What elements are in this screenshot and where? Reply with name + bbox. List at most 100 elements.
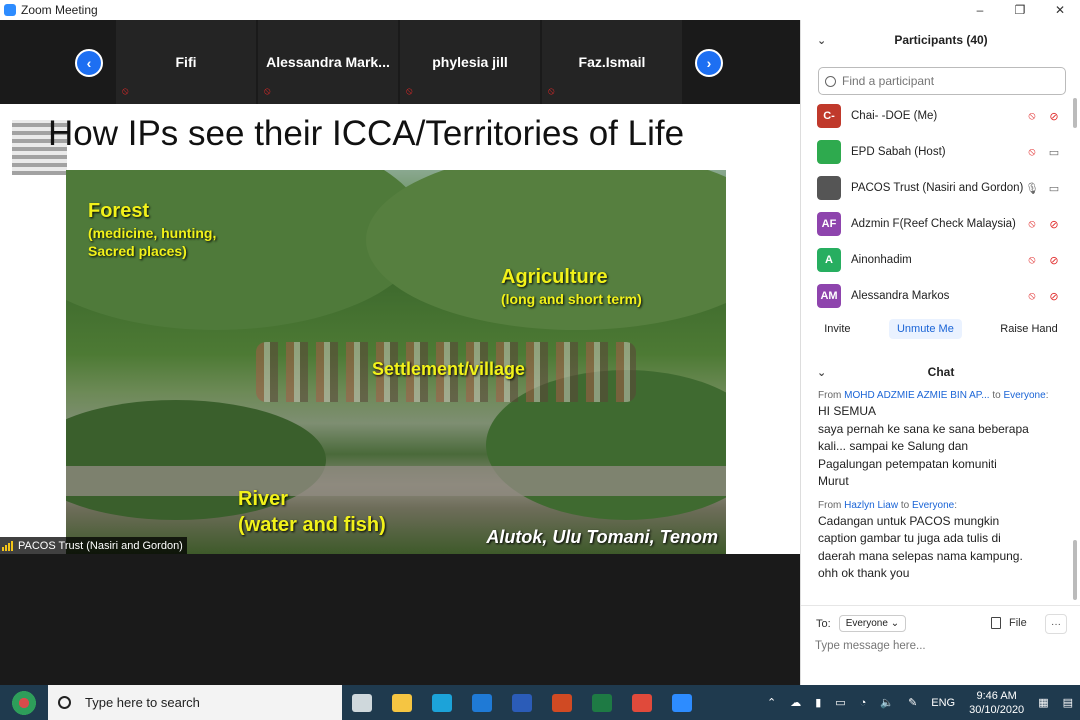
- chat-message-input[interactable]: Type message here...: [815, 640, 926, 652]
- participant-row[interactable]: C- Chai- -DOE (Me) ⦸ ⊘: [801, 98, 1071, 134]
- unmute-me-button[interactable]: Unmute Me: [888, 319, 962, 339]
- speaker-name: PACOS Trust (Nasiri and Gordon): [18, 539, 183, 552]
- side-panel: ⌄ Participants (40) C-Chai- -DOE (Me)⦸⊘E…: [800, 20, 1080, 685]
- message-header: From MOHD ADZMIE AZMIE BIN AP... to Ever…: [818, 390, 1061, 401]
- recipient-dropdown[interactable]: Everyone ⌄: [838, 615, 907, 632]
- restore-button[interactable]: ❐: [1000, 0, 1040, 20]
- river-sub: (water and fish): [238, 514, 386, 536]
- participants-header[interactable]: ⌄ Participants (40): [801, 28, 1080, 52]
- from-prefix: From: [818, 499, 842, 511]
- close-button[interactable]: ✕: [1040, 0, 1080, 20]
- participant-row[interactable]: EPD Sabah (Host) ⦸ ▭: [801, 134, 1071, 170]
- more-options-button[interactable]: ···: [1045, 614, 1067, 634]
- message-text: ohh ok thank you: [818, 566, 910, 580]
- video-tile[interactable]: Fifi ⦸: [116, 20, 256, 104]
- mail-taskbar-button[interactable]: [462, 685, 502, 720]
- chevron-down-icon[interactable]: ⌄: [817, 34, 826, 47]
- system-tray: ⌃ ☁ ▮ ▭ ◔ 🔈 ✎ ENG 9:46 AM 30/10/2020 ▦ ▤: [760, 685, 1080, 720]
- tile-name: Alessandra Mark...: [266, 54, 390, 70]
- chat-title: Chat: [927, 365, 955, 379]
- taskbar-apps: [342, 685, 702, 720]
- video-tile[interactable]: Faz.Ismail ⦸: [542, 20, 682, 104]
- taskbar-search-placeholder: Type here to search: [85, 695, 200, 710]
- participant-name: EPD Sabah (Host): [851, 146, 946, 158]
- video-tile[interactable]: phylesia jill ⦸: [400, 20, 540, 104]
- task-view-icon: [352, 693, 372, 712]
- participant-status: ⦸ ⊘: [1025, 217, 1061, 231]
- active-speaker-tag: PACOS Trust (Nasiri and Gordon): [0, 537, 187, 554]
- mic-muted-icon: ⦸: [1028, 289, 1036, 302]
- message-text: Cadangan untuk PACOS mungkin: [818, 513, 1000, 528]
- raise-hand-button[interactable]: Raise Hand: [992, 319, 1066, 339]
- agriculture-sub: (long and short term): [501, 291, 642, 307]
- gallery-next-button[interactable]: ›: [695, 49, 723, 77]
- avatar: [817, 140, 841, 164]
- participant-search[interactable]: [818, 67, 1066, 95]
- participant-row[interactable]: AF Adzmin F(Reef Check Malaysia) ⦸ ⊘: [801, 206, 1071, 242]
- chrome-taskbar-button[interactable]: [622, 685, 662, 720]
- meet-now-icon[interactable]: ▦: [1038, 696, 1048, 709]
- chevron-down-icon: ⌄: [890, 618, 900, 629]
- message-text: Pagalungan petempatan komuniti: [818, 456, 997, 471]
- message-text: kali... sampai ke Salung dan: [818, 439, 969, 453]
- camera-off-icon: ⊘: [1049, 290, 1059, 303]
- taskbar-search[interactable]: Type here to search: [48, 685, 342, 720]
- participants-title: Participants (40): [894, 33, 988, 47]
- shared-screen: How IPs see their ICCA/Territories of Li…: [0, 104, 800, 554]
- battery-icon[interactable]: ▭: [835, 696, 845, 709]
- chevron-down-icon[interactable]: ⌄: [817, 366, 826, 379]
- invite-button[interactable]: Invite: [816, 319, 859, 339]
- mic-muted-icon: ⦸: [406, 86, 413, 97]
- slide-title: How IPs see their ICCA/Territories of Li…: [48, 114, 685, 153]
- gallery-prev-button[interactable]: ‹: [75, 49, 103, 77]
- chevron-right-icon: ›: [706, 55, 712, 71]
- usb-icon[interactable]: ▮: [815, 696, 821, 709]
- chat-scrollbar[interactable]: [1073, 540, 1077, 600]
- window-title: Zoom Meeting: [21, 3, 98, 17]
- avatar: A: [817, 248, 841, 272]
- recipient-value: Everyone: [845, 618, 888, 629]
- participant-row[interactable]: PACOS Trust (Nasiri and Gordon) 🎙 ▭: [801, 170, 1071, 206]
- onedrive-icon[interactable]: ☁: [790, 696, 801, 709]
- start-button[interactable]: [0, 685, 48, 720]
- chat-header[interactable]: ⌄ Chat: [801, 360, 1080, 384]
- message-text: HI SEMUA: [818, 404, 877, 418]
- participant-scrollbar[interactable]: [1073, 98, 1077, 128]
- clock[interactable]: 9:46 AM 30/10/2020: [969, 689, 1024, 717]
- participant-search-input[interactable]: [842, 74, 1042, 88]
- volume-icon[interactable]: 🔈: [880, 696, 894, 709]
- video-tile[interactable]: Alessandra Mark... ⦸: [258, 20, 398, 104]
- header-suffix: :: [954, 499, 957, 511]
- camera-icon: ▭: [1048, 182, 1060, 195]
- minimize-button[interactable]: –: [960, 0, 1000, 20]
- video-area: ‹ Fifi ⦸ Alessandra Mark... ⦸ phylesia j…: [0, 20, 800, 685]
- participant-status: ⦸ ▭: [1025, 145, 1061, 159]
- participant-name: Chai- -DOE (Me): [851, 110, 938, 122]
- participant-row[interactable]: A Ainonhadim ⦸ ⊘: [801, 242, 1071, 278]
- task-view-taskbar-button[interactable]: [342, 685, 382, 720]
- pen-icon[interactable]: ✎: [908, 696, 917, 709]
- file-button[interactable]: File: [991, 617, 1027, 629]
- participant-list: C- Chai- -DOE (Me) ⦸ ⊘ EPD Sabah (Host) ⦸ ▭ PAC…: [801, 98, 1071, 310]
- file-explorer-icon: [392, 693, 412, 712]
- search-icon: [58, 696, 71, 709]
- powerpoint-taskbar-button[interactable]: [542, 685, 582, 720]
- message-text: daerah mana selepas nama kampung.: [818, 548, 1023, 563]
- file-explorer-taskbar-button[interactable]: [382, 685, 422, 720]
- excel-taskbar-button[interactable]: [582, 685, 622, 720]
- zoom-taskbar-button[interactable]: [662, 685, 702, 720]
- edge-taskbar-button[interactable]: [422, 685, 462, 720]
- notification-icon[interactable]: ▤: [1063, 696, 1073, 709]
- recipient-name: Everyone: [911, 499, 955, 511]
- camera-icon: ▭: [1048, 146, 1060, 159]
- participant-status: ⦸ ⊘: [1025, 289, 1061, 303]
- chevron-up-icon[interactable]: ⌃: [767, 696, 776, 709]
- camera-off-icon: ⊘: [1049, 254, 1059, 267]
- participant-row[interactable]: AM Alessandra Markos ⦸ ⊘: [801, 278, 1071, 310]
- tile-name: phylesia jill: [432, 54, 508, 70]
- wifi-icon[interactable]: ◔: [860, 697, 867, 709]
- gallery-strip: ‹ Fifi ⦸ Alessandra Mark... ⦸ phylesia j…: [0, 20, 800, 104]
- word-taskbar-button[interactable]: [502, 685, 542, 720]
- forest-sub1: (medicine, hunting,: [88, 225, 217, 241]
- language-indicator[interactable]: ENG: [931, 697, 955, 709]
